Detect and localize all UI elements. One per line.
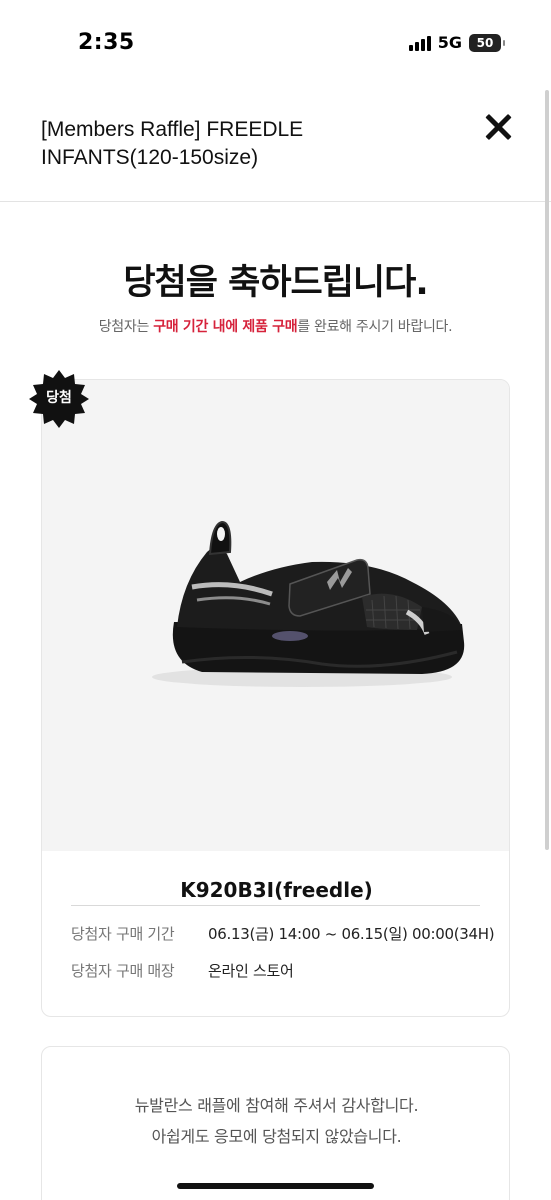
result-subtext: 당첨자는 구매 기간 내에 제품 구매를 완료해 주시기 바랍니다. [0,316,551,336]
info-label: 당첨자 구매 기간 [71,925,175,943]
badge-label: 당첨 [46,390,72,406]
network-type: 5G [437,33,462,52]
subtext-highlight: 구매 기간 내에 제품 구매 [153,319,298,335]
page-title: [Members Raffle] FREEDLE INFANTS(120-150… [41,118,304,169]
status-bar: 2:35 5G 50 [0,0,551,88]
divider [71,905,480,906]
scrollbar[interactable] [545,90,549,850]
result-heading: 당첨을 축하드립니다. [123,263,428,303]
signal-icon [408,35,431,51]
subtext-prefix: 당첨자는 [98,319,154,335]
status-indicators: 5G 50 [408,33,505,52]
shoe-icon [152,520,465,687]
info-label: 당첨자 구매 매장 [71,962,175,980]
subtext-suffix: 를 완료해 주시기 바랍니다. [297,319,453,335]
info-value: 06.13(금) 14:00 ~ 06.15(일) 00:00(34H) [208,925,495,943]
info-row-period: 당첨자 구매 기간 06.13(금) 14:00 ~ 06.15(일) 00:00… [71,923,495,944]
header: [Members Raffle] FREEDLE INFANTS(120-150… [0,88,551,202]
notice-card: 뉴발란스 래플에 참여해 주셔서 감사합니다. 아쉽게도 응모에 당첨되지 않았… [41,1046,510,1200]
info-row-store: 당첨자 구매 매장 온라인 스토어 [71,960,294,981]
status-time: 2:35 [78,30,135,55]
battery-icon: 50 [469,33,505,52]
notice-line: 뉴발란스 래플에 참여해 주셔서 감사합니다. [134,1096,419,1115]
notice-line: 아쉽게도 응모에 당첨되지 않았습니다. [151,1127,402,1146]
product-name: K920B3I(freedle) [180,878,373,902]
winner-badge: 당첨 [28,368,90,430]
shoe-image [42,380,509,851]
home-indicator[interactable] [177,1183,374,1189]
notice-text: 뉴발란스 래플에 참여해 주셔서 감사합니다. 아쉽게도 응모에 당첨되지 않았… [42,1090,511,1152]
product-card: K920B3I(freedle) 당첨자 구매 기간 06.13(금) 14:00… [41,379,510,1017]
close-icon[interactable] [483,112,513,142]
info-value: 온라인 스토어 [208,962,294,980]
